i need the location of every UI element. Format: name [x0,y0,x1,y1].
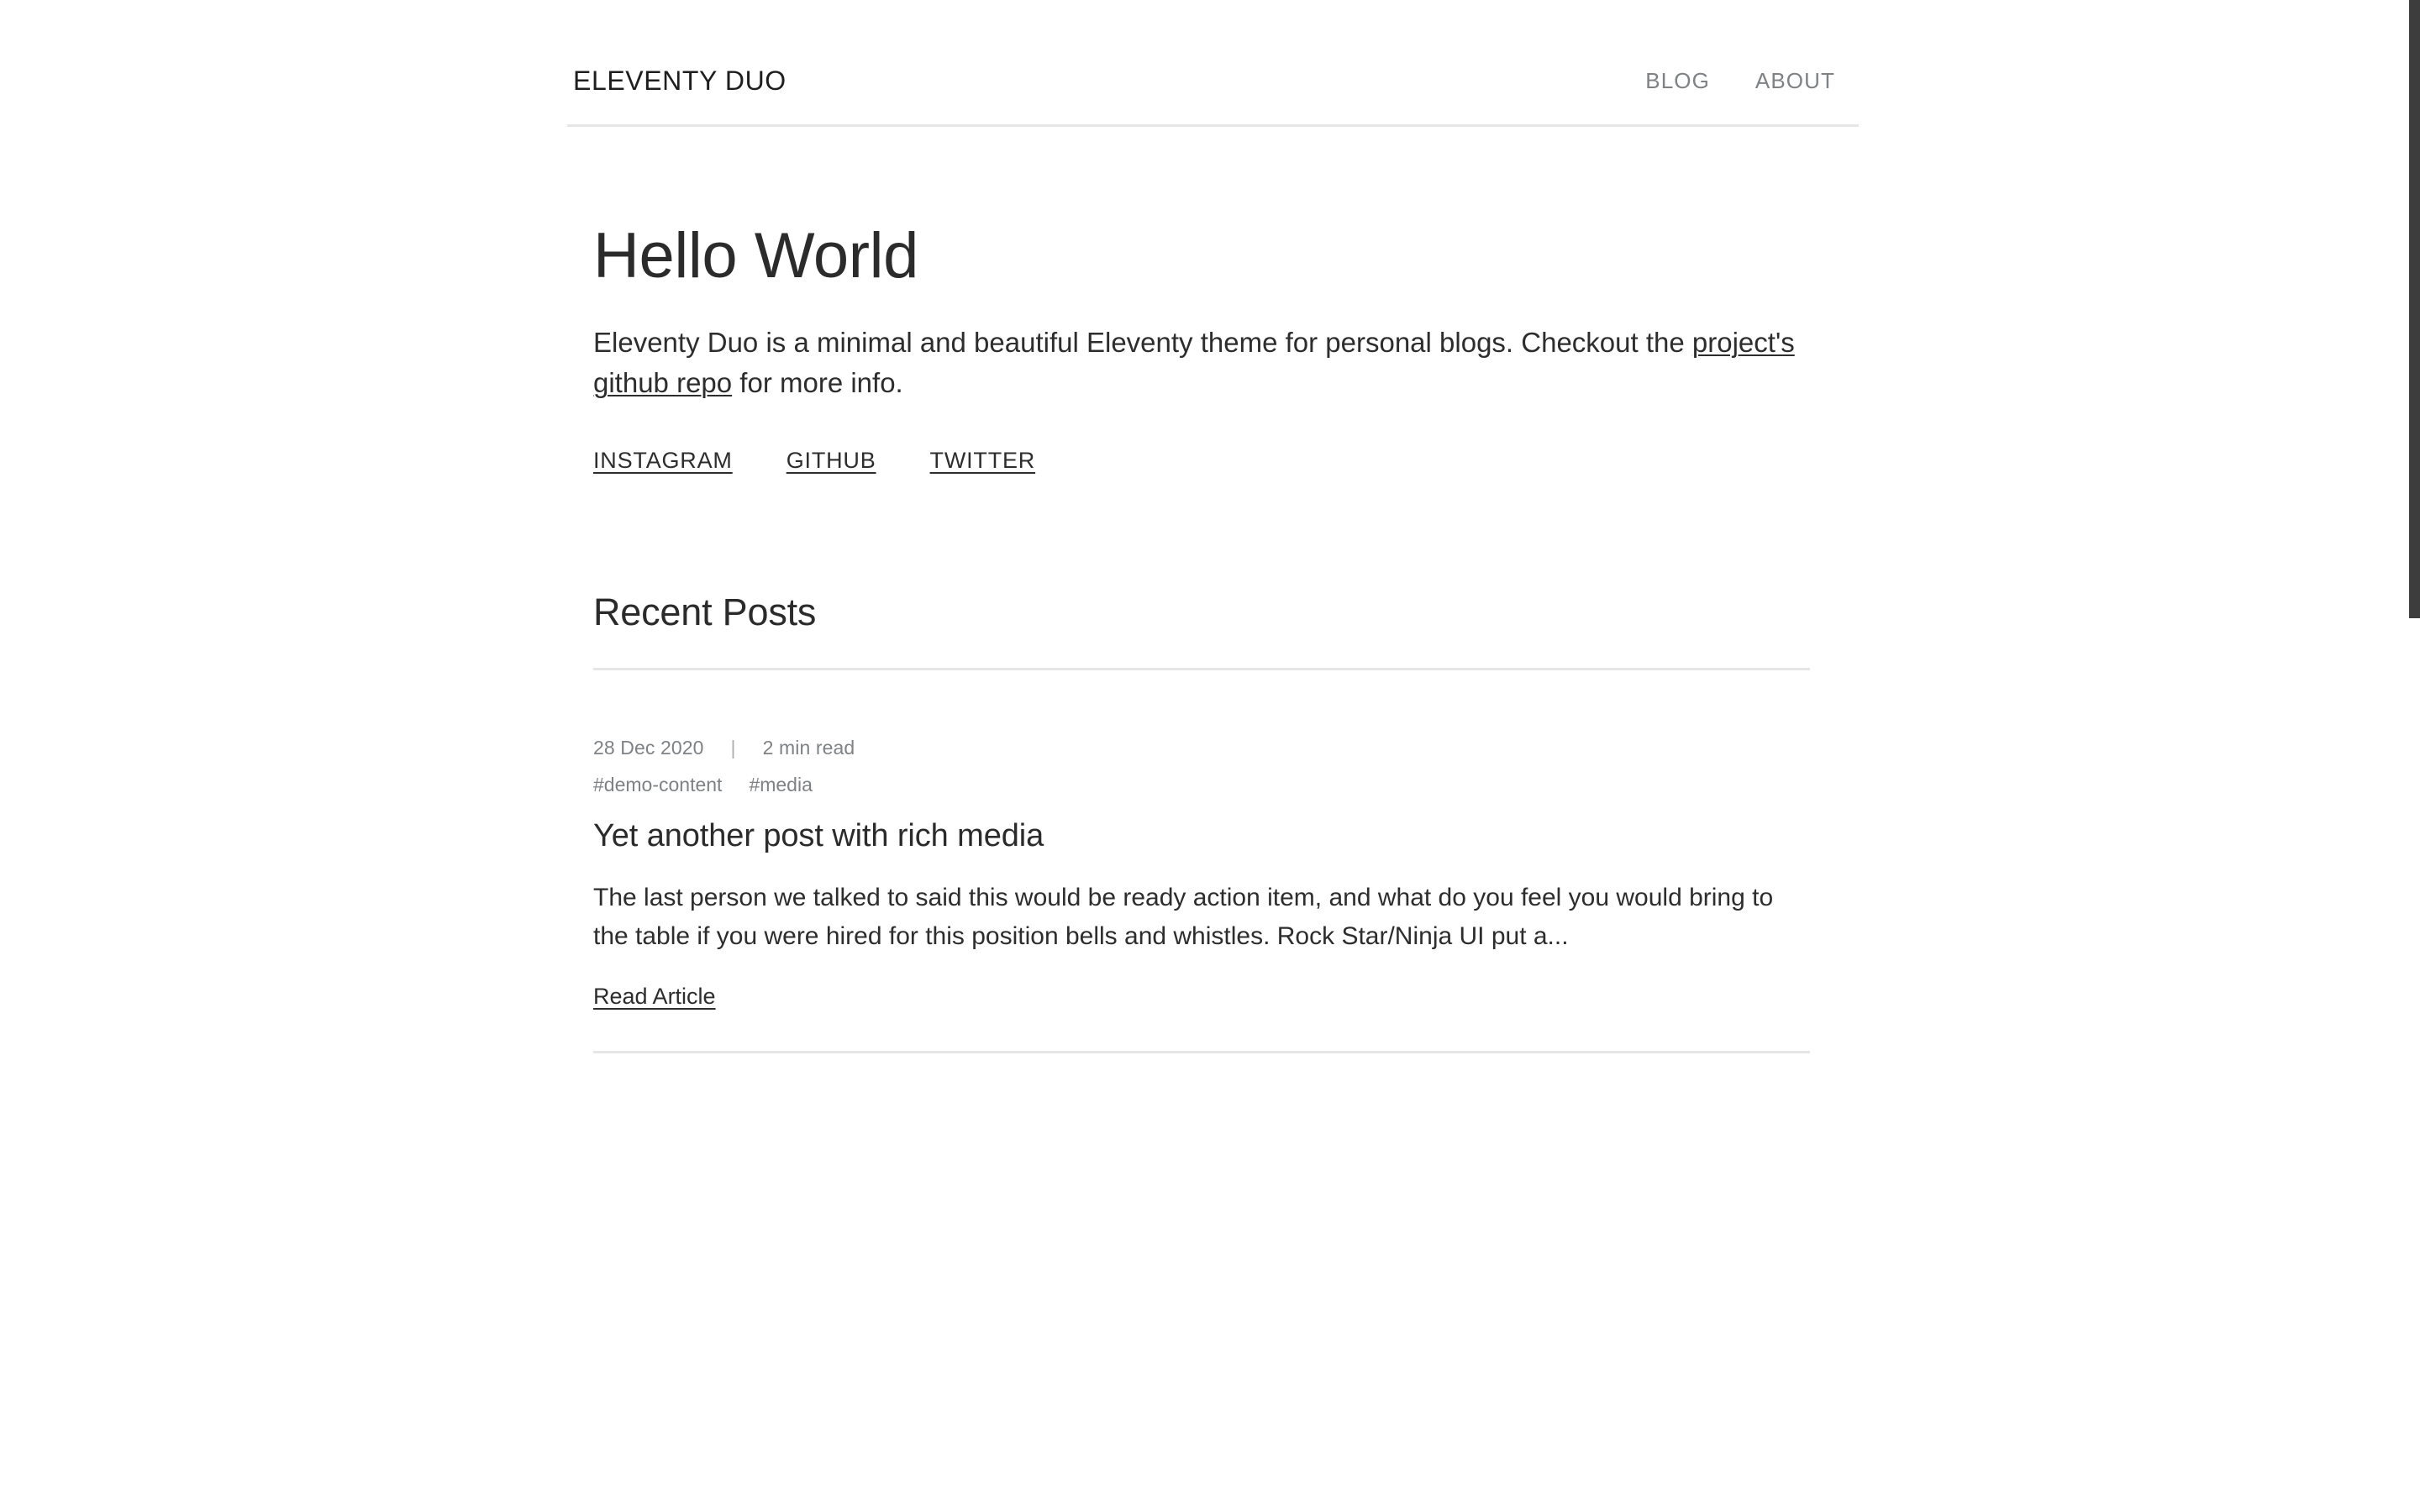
post-excerpt: The last person we talked to said this w… [593,883,1774,951]
scrollbar-thumb[interactable] [2409,0,2420,618]
post-tags: #demo-content #media [593,774,1810,795]
nav-item-blog[interactable]: BLOG [1645,70,1710,92]
hero-section: Hello World Eleventy Duo is a minimal an… [593,127,1810,472]
post-divider [593,1050,1810,1053]
hero-description-text-before: Eleventy Duo is a minimal and beautiful … [593,327,1692,359]
social-link-github[interactable]: GITHUB [786,449,876,472]
hero-description: Eleventy Duo is a minimal and beautiful … [593,323,1810,403]
site-title-link[interactable]: ELEVENTY DUO [573,67,786,94]
post-list-item: 28 Dec 2020 | 2 min read #demo-content #… [593,670,1810,1053]
post-tag-media[interactable]: #media [749,774,812,795]
main-navigation: BLOG ABOUT [1645,70,1835,92]
site-container: ELEVENTY DUO BLOG ABOUT Hello World Elev… [547,0,1873,1053]
recent-posts-section: Recent Posts 28 Dec 2020 | 2 min read #d… [593,591,1810,1053]
read-article-link[interactable]: Read Article [593,984,716,1008]
post-date: 28 Dec 2020 [593,736,704,759]
page-title: Hello World [593,220,918,291]
post-meta: 28 Dec 2020 | 2 min read [593,738,1810,758]
recent-posts-heading: Recent Posts [593,591,817,634]
social-link-twitter[interactable]: TWITTER [930,449,1036,472]
post-tag-demo-content[interactable]: #demo-content [593,774,722,795]
post-title-link[interactable]: Yet another post with rich media [593,817,1810,856]
post-read-time: 2 min read [762,736,855,759]
post-meta-separator: | [730,736,736,759]
nav-item-about[interactable]: ABOUT [1755,70,1835,92]
social-link-instagram[interactable]: INSTAGRAM [593,449,733,472]
site-header: ELEVENTY DUO BLOG ABOUT [547,0,1873,124]
social-links: INSTAGRAM GITHUB TWITTER [593,449,1810,472]
main-content: Hello World Eleventy Duo is a minimal an… [547,127,1873,1053]
hero-description-text-after: for more info. [732,367,903,399]
scrollbar-track[interactable] [2409,0,2420,1512]
page-root: ELEVENTY DUO BLOG ABOUT Hello World Elev… [0,0,2420,1512]
